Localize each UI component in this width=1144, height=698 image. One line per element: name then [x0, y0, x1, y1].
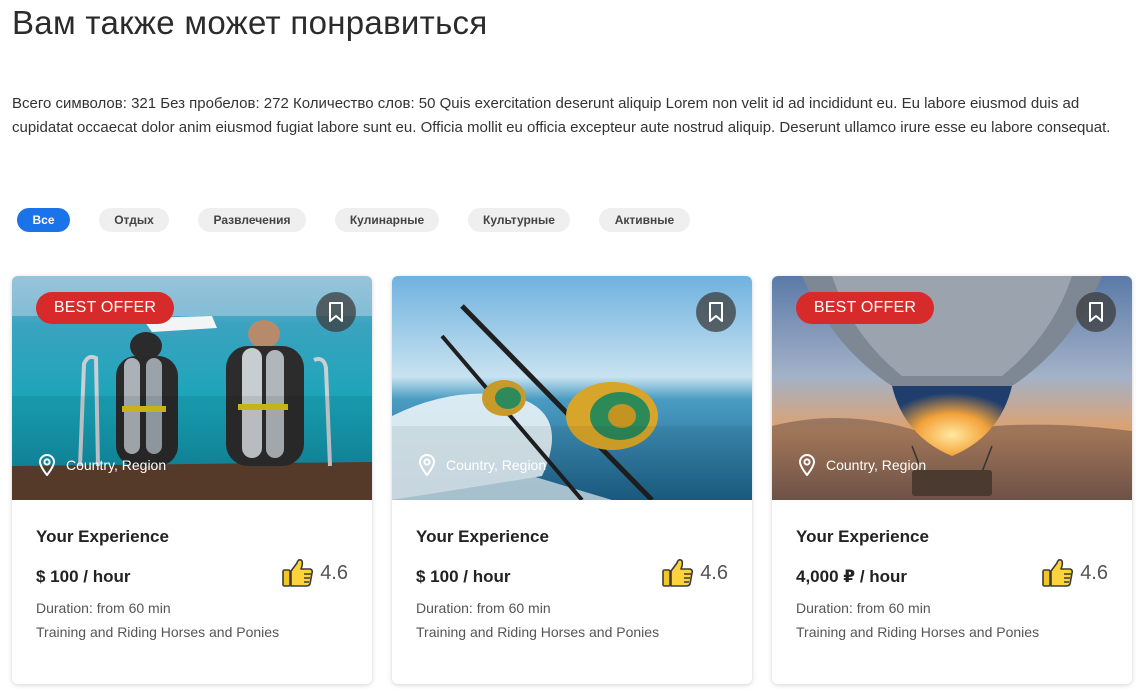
card-duration: Duration: from 60 min [416, 600, 551, 616]
location-pin-icon [798, 454, 816, 476]
rating-value: 4.6 [700, 561, 728, 584]
location-pin-icon [418, 454, 436, 476]
bookmark-icon [1089, 302, 1103, 322]
best-offer-badge: BEST OFFER [36, 292, 174, 324]
section-title: Вам также может понравиться [12, 4, 488, 41]
card-title[interactable]: Your Experience [416, 527, 549, 547]
card-price: 4,000 ₽ / hour [796, 567, 908, 586]
thumbs-up-icon [662, 559, 694, 587]
bookmark-icon [709, 302, 723, 322]
thumbs-up-icon [1042, 559, 1074, 587]
rating-value: 4.6 [320, 561, 348, 584]
card-info: Training and Riding Horses and Ponies [416, 624, 660, 640]
bookmark-button[interactable] [1076, 292, 1116, 332]
card-rating: 4.6 [662, 558, 728, 588]
bookmark-button[interactable] [316, 292, 356, 332]
experience-card[interactable]: BEST OFFER Country, Region Your Experien… [772, 276, 1132, 684]
location-pin-icon [38, 454, 56, 476]
filter-chip-culinary[interactable]: Кулинарные [335, 208, 439, 232]
filter-chip-cultural[interactable]: Культурные [468, 208, 570, 232]
card-duration: Duration: from 60 min [796, 600, 931, 616]
card-location: Country, Region [418, 454, 546, 476]
card-title[interactable]: Your Experience [796, 527, 929, 547]
filter-chip-all[interactable]: Все [17, 208, 70, 232]
card-price: $ 100 / hour [36, 567, 131, 586]
card-duration: Duration: from 60 min [36, 600, 171, 616]
experience-card[interactable]: BEST OFFER Country, Region Your Experien… [12, 276, 372, 684]
rating-value: 4.6 [1080, 561, 1108, 584]
location-text: Country, Region [446, 457, 547, 473]
section-description: Всего символов: 321 Без пробелов: 272 Ко… [12, 95, 1111, 136]
filter-chip-rest[interactable]: Отдых [99, 208, 169, 232]
card-rating: 4.6 [282, 558, 348, 588]
filter-chip-active[interactable]: Активные [599, 208, 690, 232]
card-info: Training and Riding Horses and Ponies [36, 624, 280, 640]
bookmark-icon [329, 302, 343, 322]
filter-chip-entertainment[interactable]: Развлечения [198, 208, 306, 232]
card-rating: 4.6 [1042, 558, 1108, 588]
card-info: Training and Riding Horses and Ponies [796, 624, 1040, 640]
card-location: Country, Region [38, 454, 166, 476]
card-price: $ 100 / hour [416, 567, 511, 586]
bookmark-button[interactable] [696, 292, 736, 332]
card-location: Country, Region [798, 454, 926, 476]
card-title[interactable]: Your Experience [36, 527, 169, 547]
location-text: Country, Region [826, 457, 927, 473]
location-text: Country, Region [66, 457, 167, 473]
best-offer-badge: BEST OFFER [796, 292, 934, 324]
thumbs-up-icon [282, 559, 314, 587]
experience-card[interactable]: Country, Region Your Experience $ 100 / … [392, 276, 752, 684]
